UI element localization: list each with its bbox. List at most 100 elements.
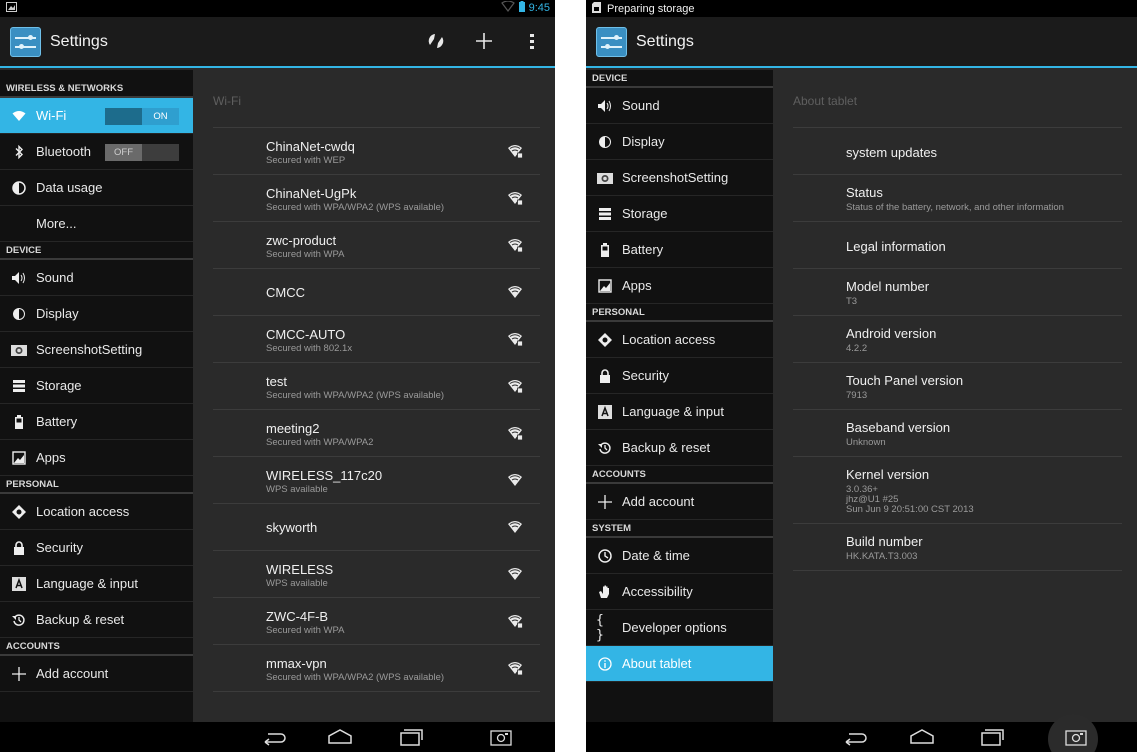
sidebar-item-screenshotsetting[interactable]: ScreenshotSetting bbox=[0, 332, 193, 368]
action-bar: Settings bbox=[0, 17, 555, 68]
sidebar-item-wifi[interactable]: Wi-Fi ON bbox=[0, 98, 193, 134]
bluetooth-toggle-state: OFF bbox=[105, 144, 142, 161]
wifi-network-row[interactable]: ChinaNet-cwdq Secured with WEP bbox=[213, 127, 540, 174]
about-row[interactable]: Status Status of the battery, network, an… bbox=[793, 174, 1122, 221]
wifi-network-row[interactable]: meeting2 Secured with WPA/WPA2 bbox=[213, 409, 540, 456]
sidebar-item-backup[interactable]: Backup & reset bbox=[586, 430, 773, 466]
network-ssid: CMCC bbox=[266, 285, 305, 300]
wifi-signal-locked-icon bbox=[507, 613, 523, 629]
sidebar-item-battery[interactable]: Battery bbox=[586, 232, 773, 268]
sd-card-icon bbox=[592, 2, 601, 16]
hand-icon bbox=[596, 583, 614, 601]
sidebar-item-backup[interactable]: Backup & reset bbox=[0, 602, 193, 638]
back-icon[interactable] bbox=[262, 728, 286, 746]
sidebar-item-label: ScreenshotSetting bbox=[622, 170, 729, 185]
sidebar-item-storage[interactable]: Storage bbox=[586, 196, 773, 232]
wifi-network-row[interactable]: mmax-vpn Secured with WPA/WPA2 (WPS avail… bbox=[213, 644, 540, 691]
wifi-toggle[interactable]: ON bbox=[105, 108, 179, 125]
about-row-value: 4.2.2 bbox=[846, 343, 868, 354]
sidebar-item-apps[interactable]: Apps bbox=[586, 268, 773, 304]
wifi-network-row[interactable]: WIRELESS_117c20 WPS available bbox=[213, 456, 540, 503]
about-row-value: Unknown bbox=[846, 437, 886, 448]
section-header-system: SYSTEM bbox=[586, 520, 773, 538]
wifi-network-row[interactable]: ZWC-4F-B Secured with WPA bbox=[213, 597, 540, 644]
settings-app-icon[interactable] bbox=[10, 27, 41, 57]
sidebar-item-label: Add account bbox=[622, 494, 695, 509]
wifi-network-row[interactable]: zwc-product Secured with WPA bbox=[213, 221, 540, 268]
sidebar-item-security[interactable]: Security bbox=[0, 530, 193, 566]
about-row[interactable]: Build number HK.KATA.T3.003 bbox=[793, 523, 1122, 570]
about-row[interactable]: Legal information bbox=[793, 221, 1122, 268]
sidebar-item-label: Language & input bbox=[622, 404, 724, 419]
wifi-network-row[interactable]: WIRELESS WPS available bbox=[213, 550, 540, 597]
home-icon[interactable] bbox=[327, 728, 352, 746]
sidebar-item-apps[interactable]: Apps bbox=[0, 440, 193, 476]
keyboard-a-icon bbox=[596, 403, 614, 421]
screenshot-button-icon[interactable] bbox=[1064, 728, 1088, 746]
sidebar-item-language[interactable]: Language & input bbox=[0, 566, 193, 602]
storage-icon bbox=[10, 377, 28, 395]
sidebar-item-date-time[interactable]: Date & time bbox=[586, 538, 773, 574]
sidebar-item-label: Battery bbox=[36, 414, 78, 429]
sidebar-item-display[interactable]: Display bbox=[0, 296, 193, 332]
network-security: Secured with WPA bbox=[266, 625, 345, 636]
sidebar-item-language[interactable]: Language & input bbox=[586, 394, 773, 430]
wifi-signal-locked-icon bbox=[507, 425, 523, 441]
recent-apps-icon[interactable] bbox=[397, 728, 423, 746]
brightness-icon bbox=[10, 305, 28, 323]
battery-icon bbox=[518, 1, 525, 15]
sidebar-item-add-account[interactable]: Add account bbox=[586, 484, 773, 520]
lock-icon bbox=[596, 367, 614, 385]
sidebar-item-screenshotsetting[interactable]: ScreenshotSetting bbox=[586, 160, 773, 196]
sidebar-item-sound[interactable]: Sound bbox=[0, 260, 193, 296]
sidebar-item-sound[interactable]: Sound bbox=[586, 88, 773, 124]
about-row-title: Build number bbox=[846, 534, 923, 549]
section-header-wireless: WIRELESS & NETWORKS bbox=[0, 80, 193, 98]
sidebar-item-location[interactable]: Location access bbox=[0, 494, 193, 530]
sidebar-item-bluetooth[interactable]: Bluetooth OFF bbox=[0, 134, 193, 170]
wifi-network-row[interactable]: CMCC bbox=[213, 268, 540, 315]
wifi-network-row[interactable]: skyworth bbox=[213, 503, 540, 550]
sidebar-item-battery[interactable]: Battery bbox=[0, 404, 193, 440]
screenshot-button-icon[interactable] bbox=[489, 728, 513, 746]
about-row-value: 7913 bbox=[846, 390, 868, 401]
sidebar-item-developer-options[interactable]: { } Developer options bbox=[586, 610, 773, 646]
sidebar-item-data-usage[interactable]: Data usage bbox=[0, 170, 193, 206]
sidebar-item-add-account[interactable]: Add account bbox=[0, 656, 193, 692]
sidebar-item-accessibility[interactable]: Accessibility bbox=[586, 574, 773, 610]
home-icon[interactable] bbox=[909, 728, 934, 746]
camera-icon bbox=[596, 169, 614, 187]
about-row-title: system updates bbox=[846, 145, 938, 160]
about-row: Android version 4.2.2 bbox=[793, 315, 1122, 362]
sidebar-item-more[interactable]: More... bbox=[0, 206, 193, 242]
wifi-network-row[interactable]: test Secured with WPA/WPA2 (WPS available… bbox=[213, 362, 540, 409]
wifi-network-row[interactable]: ChinaNet-UgPk Secured with WPA/WPA2 (WPS … bbox=[213, 174, 540, 221]
sidebar-item-location[interactable]: Location access bbox=[586, 322, 773, 358]
wifi-network-row[interactable]: CMCC-AUTO Secured with 802.1x bbox=[213, 315, 540, 362]
sidebar-item-about-tablet[interactable]: About tablet bbox=[586, 646, 773, 682]
sidebar-item-label: Location access bbox=[36, 504, 130, 519]
recent-apps-icon[interactable] bbox=[978, 728, 1004, 746]
sidebar-item-security[interactable]: Security bbox=[586, 358, 773, 394]
back-icon[interactable] bbox=[843, 728, 867, 746]
wifi-network-list: ChinaNet-cwdq Secured with WEP ChinaNet-Ug… bbox=[213, 127, 540, 692]
about-row[interactable]: system updates bbox=[793, 127, 1122, 174]
add-network-icon[interactable] bbox=[473, 29, 495, 53]
app-title: Settings bbox=[636, 33, 694, 50]
pane-title: About tablet bbox=[793, 94, 858, 108]
bluetooth-toggle[interactable]: OFF bbox=[105, 144, 179, 161]
sidebar-item-label: Display bbox=[622, 134, 665, 149]
apps-icon bbox=[596, 277, 614, 295]
backup-restore-icon bbox=[596, 439, 614, 457]
bluetooth-icon bbox=[10, 143, 28, 161]
wps-push-button-icon[interactable] bbox=[425, 29, 447, 53]
sidebar-item-storage[interactable]: Storage bbox=[0, 368, 193, 404]
network-ssid: skyworth bbox=[266, 520, 318, 535]
network-ssid: WIRELESS_117c20 bbox=[266, 468, 383, 483]
sidebar-item-display[interactable]: Display bbox=[586, 124, 773, 160]
about-row: Touch Panel version 7913 bbox=[793, 362, 1122, 409]
camera-icon bbox=[10, 341, 28, 359]
action-bar: Settings bbox=[586, 17, 1137, 68]
settings-app-icon[interactable] bbox=[596, 27, 627, 57]
overflow-menu-icon[interactable] bbox=[521, 29, 543, 53]
